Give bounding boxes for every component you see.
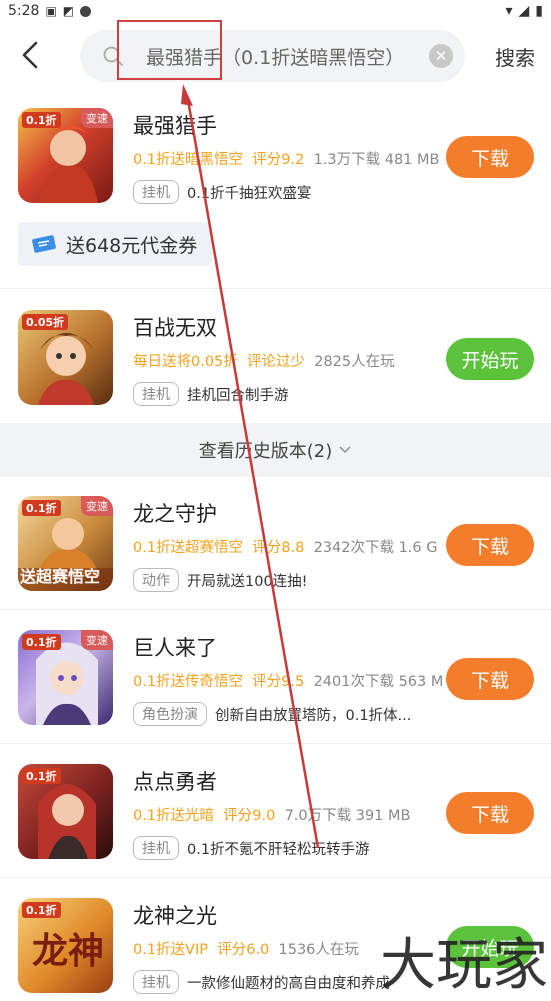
divider [0, 743, 551, 744]
game-tagline: 挂机 0.1折不氪不肝轻松玩转手游 [133, 836, 370, 860]
game-icon: 0.05折 [18, 310, 113, 405]
status-bar: 5:28 ▣ ◩ ▾ ◢ ▮ [0, 0, 551, 22]
notification-icon: ▣ [45, 4, 57, 18]
icon-caption: 送超赛悟空 [20, 567, 101, 586]
game-promo: 0.1折送超赛悟空 [133, 540, 244, 556]
speed-badge: 变速 [81, 630, 113, 650]
search-query: 最强猎手（0.1折送暗黑悟空） [146, 47, 405, 69]
game-name: 点点勇者 [133, 770, 217, 794]
game-rating: 评分9.0 [223, 808, 276, 824]
game-meta: 0.1折送VIP 评分6.0 1536人在玩 [133, 938, 359, 959]
download-button[interactable]: 下载 [446, 136, 534, 178]
game-tagline: 角色扮演 创新自由放置塔防，0.1折体... [133, 702, 411, 726]
back-arrow-icon[interactable] [14, 38, 48, 72]
game-name: 最强猎手 [133, 114, 217, 138]
signal-icon: ◢ [518, 3, 530, 19]
history-versions-toggle[interactable]: 查看历史版本(2) [0, 423, 551, 477]
coupon-text: 送648元代金券 [66, 234, 198, 257]
search-button[interactable]: 搜索 [495, 42, 535, 71]
game-stats: 1536人在玩 [278, 942, 359, 958]
game-desc: 开局就送100连抽! [187, 573, 308, 590]
chevron-down-icon [339, 446, 351, 454]
discount-corner: 0.1折 [22, 768, 61, 784]
battery-icon: ▮ [535, 3, 543, 19]
game-stats: 1.3万下载 481 MB [313, 152, 440, 168]
watermark: 大玩家 [380, 933, 548, 998]
speed-badge: 变速 [81, 108, 113, 128]
game-rating: 评分8.8 [252, 540, 305, 556]
search-icon [103, 46, 123, 66]
game-stats: 2342次下载 1.6 G [313, 540, 438, 556]
game-desc: 0.1折千抽狂欢盛宴 [187, 185, 312, 202]
coupon-icon [32, 235, 56, 253]
game-icon: 0.1折 [18, 764, 113, 859]
game-stats: 2825人在玩 [314, 354, 395, 370]
start-play-button[interactable]: 开始玩 [446, 338, 534, 380]
game-tagline: 挂机 0.1折千抽狂欢盛宴 [133, 180, 312, 204]
download-button[interactable]: 下载 [446, 524, 534, 566]
game-tagline: 动作 开局就送100连抽! [133, 568, 308, 592]
game-tag: 挂机 [133, 180, 179, 204]
game-meta: 0.1折送超赛悟空 评分8.8 2342次下载 1.6 G [133, 536, 437, 557]
clear-icon[interactable]: ✕ [429, 44, 453, 68]
game-icon: 龙神 0.1折 [18, 898, 113, 993]
coupon-banner[interactable]: 送648元代金券 [18, 222, 212, 266]
search-header: 最强猎手（0.1折送暗黑悟空） ✕ 搜索 [0, 22, 551, 92]
divider [0, 609, 551, 610]
game-name: 百战无双 [133, 316, 217, 340]
divider [0, 877, 551, 878]
wifi-icon: ▾ [505, 3, 513, 19]
game-desc: 一款修仙题材的高自由度和养成 [187, 975, 390, 992]
game-desc: 挂机回合制手游 [187, 387, 289, 404]
game-icon: 0.1折 变速 [18, 630, 113, 725]
discount-corner: 0.1折 [22, 634, 61, 650]
notification-icon: ◩ [62, 4, 75, 18]
game-meta: 0.1折送光暗 评分9.0 7.0万下载 391 MB [133, 804, 410, 825]
discount-corner: 0.1折 [22, 112, 61, 128]
download-button[interactable]: 下载 [446, 792, 534, 834]
game-name: 龙之守护 [133, 502, 217, 526]
icon-caption: 龙神 [32, 930, 105, 972]
game-desc: 0.1折不氪不肝轻松玩转手游 [187, 841, 370, 858]
game-meta: 0.1折送暗黑悟空 评分9.2 1.3万下载 481 MB [133, 148, 439, 169]
game-promo: 0.1折送光暗 [133, 808, 215, 824]
game-tagline: 挂机 一款修仙题材的高自由度和养成 [133, 970, 390, 994]
discount-corner: 0.1折 [22, 500, 61, 516]
game-meta: 每日送将0.05折 评论过少 2825人在玩 [133, 350, 395, 371]
game-rating: 评论过少 [247, 354, 306, 370]
game-icon: 0.1折 变速 [18, 108, 113, 203]
game-tag: 角色扮演 [133, 702, 207, 726]
game-name: 巨人来了 [133, 636, 217, 660]
game-rating: 评分9.2 [252, 152, 305, 168]
game-tag: 动作 [133, 568, 179, 592]
divider [0, 288, 551, 289]
game-promo: 0.1折送VIP [133, 942, 208, 958]
game-desc: 创新自由放置塔防，0.1折体... [215, 707, 412, 724]
status-time: 5:28 [8, 3, 40, 19]
game-promo: 每日送将0.05折 [133, 354, 238, 370]
game-tag: 挂机 [133, 836, 179, 860]
speed-badge: 变速 [81, 496, 113, 516]
game-stats: 7.0万下载 391 MB [284, 808, 411, 824]
game-name: 龙神之光 [133, 904, 217, 928]
game-tag: 挂机 [133, 970, 179, 994]
download-button[interactable]: 下载 [446, 658, 534, 700]
game-icon: 0.1折 变速 送超赛悟空 [18, 496, 113, 591]
game-tag: 挂机 [133, 382, 179, 406]
discount-corner: 0.1折 [22, 902, 61, 918]
search-input[interactable]: 最强猎手（0.1折送暗黑悟空） ✕ [80, 30, 465, 82]
game-stats: 2401次下载 563 M [313, 674, 444, 690]
game-rating: 评分6.0 [217, 942, 270, 958]
game-rating: 评分9.5 [252, 674, 305, 690]
notification-icon [80, 5, 92, 17]
game-promo: 0.1折送传奇悟空 [133, 674, 244, 690]
game-tagline: 挂机 挂机回合制手游 [133, 382, 289, 406]
history-label: 查看历史版本(2) [198, 441, 333, 462]
game-meta: 0.1折送传奇悟空 评分9.5 2401次下载 563 M [133, 670, 443, 691]
game-promo: 0.1折送暗黑悟空 [133, 152, 244, 168]
discount-corner: 0.05折 [22, 314, 69, 330]
